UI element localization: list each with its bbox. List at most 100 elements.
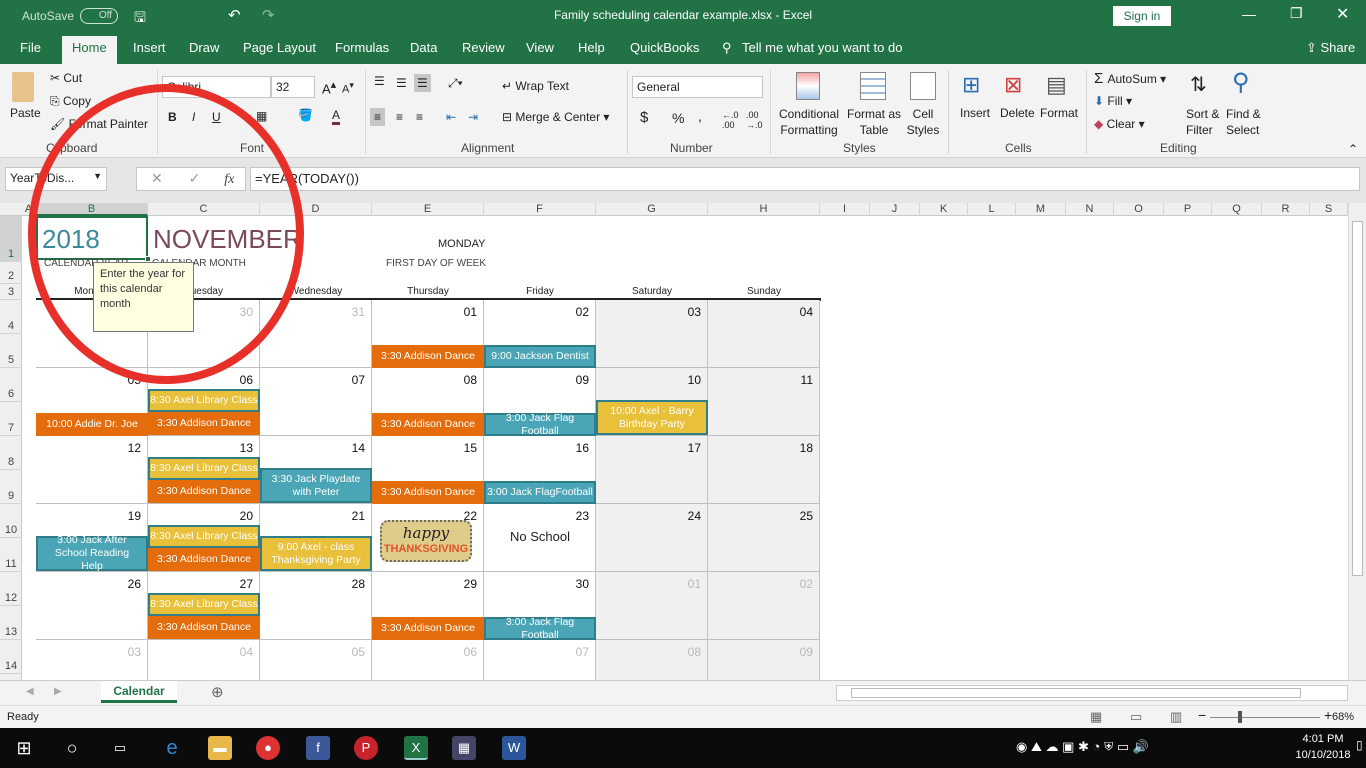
- day-cell[interactable]: 30 3:00 Jack Flag Football: [484, 572, 596, 641]
- clock-date[interactable]: 10/10/2018: [1292, 749, 1354, 761]
- normal-view-icon[interactable]: ▦: [1090, 709, 1102, 725]
- align-top-icon[interactable]: ☰: [374, 74, 385, 88]
- day-cell[interactable]: 02 9:00 Jackson Dentist: [484, 300, 596, 368]
- merge-center-button[interactable]: ⊟ Merge & Center ▾: [502, 110, 609, 124]
- calendar-event[interactable]: 3:30 Addison Dance: [148, 548, 260, 571]
- notifications-icon[interactable]: ▯: [1356, 738, 1363, 752]
- column-header-s[interactable]: S: [1310, 203, 1348, 216]
- calendar-event[interactable]: 8:30 Axel Library Class: [148, 593, 260, 616]
- day-cell[interactable]: 02: [708, 572, 820, 640]
- bold-button[interactable]: B: [168, 110, 177, 124]
- zoom-slider[interactable]: [1210, 717, 1320, 718]
- fill-button[interactable]: ⬇ Fill ▾: [1094, 94, 1132, 108]
- column-header-c[interactable]: C: [148, 203, 260, 216]
- column-header-m[interactable]: M: [1016, 203, 1066, 216]
- day-cell[interactable]: 31: [260, 300, 372, 368]
- task-view-icon[interactable]: ▭: [108, 736, 132, 760]
- align-left-icon[interactable]: ≡: [370, 108, 386, 126]
- row-header-11[interactable]: 11: [0, 538, 22, 572]
- cancel-icon[interactable]: ✕: [151, 170, 163, 186]
- day-cell[interactable]: 19 3:00 Jack After School Reading Help: [36, 504, 148, 572]
- row-header-6[interactable]: 6: [0, 368, 22, 402]
- day-cell[interactable]: 23 No School: [484, 504, 596, 572]
- align-middle-icon[interactable]: ☰: [396, 76, 407, 90]
- column-header-d[interactable]: D: [260, 203, 372, 216]
- day-cell[interactable]: 27 8:30 Axel Library Class 3:30 Addison Da…: [148, 572, 260, 640]
- day-cell[interactable]: 06 8:30 Axel Library Class 3:30 Addison Da…: [148, 368, 260, 436]
- name-box[interactable]: YearToDis... ▼: [5, 167, 107, 191]
- day-cell[interactable]: 04: [148, 640, 260, 680]
- insert-function-button[interactable]: fx: [224, 172, 234, 187]
- column-header-p[interactable]: P: [1164, 203, 1212, 216]
- column-header-i[interactable]: I: [820, 203, 870, 216]
- calendar-event[interactable]: 10:00 Axel - Barry Birthday Party: [596, 400, 708, 435]
- calendar-event[interactable]: 8:30 Axel Library Class: [148, 389, 260, 412]
- day-cell[interactable]: 08: [596, 640, 708, 680]
- tab-draw[interactable]: Draw: [189, 40, 219, 55]
- column-header-l[interactable]: L: [968, 203, 1016, 216]
- calendar-event[interactable]: 3:30 Addison Dance: [148, 616, 260, 639]
- zoom-in-icon[interactable]: +: [1324, 707, 1332, 723]
- day-cell[interactable]: 09: [708, 640, 820, 680]
- edge-icon[interactable]: e: [160, 736, 184, 760]
- calendar-event[interactable]: 3:30 Addison Dance: [148, 412, 260, 435]
- align-center-icon[interactable]: ≡: [396, 110, 403, 124]
- cut-button[interactable]: ✂ Cut: [50, 71, 82, 85]
- calculator-icon[interactable]: ▦: [452, 736, 476, 760]
- day-cell[interactable]: 18: [708, 436, 820, 504]
- zoom-out-icon[interactable]: −: [1198, 707, 1206, 723]
- clock-time[interactable]: 4:01 PM: [1300, 733, 1346, 745]
- tab-home[interactable]: Home: [62, 36, 117, 64]
- row-header-2[interactable]: 2: [0, 262, 22, 284]
- horizontal-scrollbar[interactable]: [836, 685, 1348, 701]
- minimize-icon[interactable]: —: [1242, 6, 1256, 22]
- tab-formulas[interactable]: Formulas: [335, 40, 389, 55]
- align-bottom-icon[interactable]: ☰: [414, 74, 431, 92]
- cell-styles-button[interactable]: Cell Styles: [903, 106, 943, 138]
- first-day-value[interactable]: MONDAY: [438, 238, 485, 250]
- borders-icon[interactable]: ▦: [256, 109, 267, 123]
- delete-cells-button[interactable]: Delete: [1000, 106, 1035, 120]
- format-painter-button[interactable]: 🖌 Format Painter: [50, 117, 148, 131]
- sheet-tab-calendar[interactable]: Calendar: [101, 681, 177, 703]
- zoom-level[interactable]: 68%: [1332, 711, 1354, 723]
- calendar-event[interactable]: 3:30 Addison Dance: [372, 481, 484, 504]
- calendar-event[interactable]: 3:00 Jack FlagFootball: [484, 481, 596, 504]
- day-cell[interactable]: 12: [36, 436, 148, 504]
- day-cell[interactable]: 15 3:30 Addison Dance: [372, 436, 484, 504]
- row-header-13[interactable]: 13: [0, 606, 22, 640]
- calendar-event[interactable]: 8:30 Axel Library Class: [148, 525, 260, 548]
- tab-data[interactable]: Data: [410, 40, 437, 55]
- tab-review[interactable]: Review: [462, 40, 505, 55]
- tab-view[interactable]: View: [526, 40, 554, 55]
- calendar-event[interactable]: 3:30 Addison Dance: [372, 413, 484, 436]
- decrease-font-icon[interactable]: A▾: [342, 80, 354, 96]
- row-header-9[interactable]: 9: [0, 470, 22, 504]
- pinterest-icon[interactable]: P: [354, 736, 378, 760]
- column-header-g[interactable]: G: [596, 203, 708, 216]
- worksheet-grid[interactable]: 2018 NOVEMBER MONDAY CALENDAR YEAR CALEN…: [22, 216, 1348, 680]
- calendar-year-value[interactable]: 2018: [42, 224, 100, 255]
- sort-filter-button[interactable]: Sort & Filter: [1186, 106, 1222, 138]
- column-header-h[interactable]: H: [708, 203, 820, 216]
- tab-help[interactable]: Help: [578, 40, 605, 55]
- decrease-indent-icon[interactable]: ⇤: [446, 110, 456, 124]
- column-header-o[interactable]: O: [1114, 203, 1164, 216]
- calendar-event[interactable]: 3:00 Jack After School Reading Help: [36, 534, 148, 572]
- calendar-event[interactable]: 3:30 Addison Dance: [372, 345, 484, 368]
- column-header-n[interactable]: N: [1066, 203, 1114, 216]
- row-header-8[interactable]: 8: [0, 436, 22, 470]
- excel-taskbar-icon[interactable]: X: [404, 736, 428, 760]
- day-cell[interactable]: 29 3:30 Addison Dance: [372, 572, 484, 640]
- column-header-b[interactable]: B: [36, 203, 148, 216]
- day-cell[interactable]: 08 3:30 Addison Dance: [372, 368, 484, 436]
- column-header-j[interactable]: J: [870, 203, 920, 216]
- share-button[interactable]: ⇪ Share: [1306, 40, 1355, 56]
- calendar-event[interactable]: 3:30 Addison Dance: [372, 617, 484, 640]
- column-header-e[interactable]: E: [372, 203, 484, 216]
- calendar-event[interactable]: 3:30 Addison Dance: [148, 480, 260, 503]
- fill-color-icon[interactable]: 🪣: [298, 108, 313, 122]
- align-right-icon[interactable]: ≡: [416, 110, 423, 124]
- zoom-slider-thumb[interactable]: [1238, 711, 1242, 723]
- clear-button[interactable]: ◆ Clear ▾: [1094, 117, 1145, 131]
